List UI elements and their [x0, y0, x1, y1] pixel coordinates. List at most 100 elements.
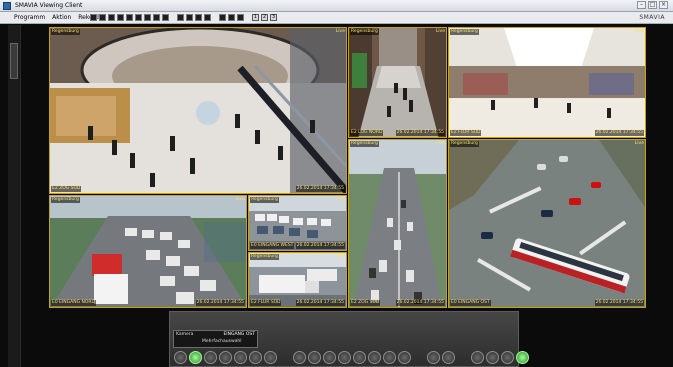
- layout-custom-b-button[interactable]: [162, 14, 169, 21]
- button-group-spacer: [413, 351, 425, 364]
- maximize-button[interactable]: □: [648, 1, 657, 9]
- camera-view-truck-lot[interactable]: Regensburg Live E2 FLUR SÜD 26.02.2014 1…: [248, 252, 347, 308]
- layout-2plus8-button[interactable]: [144, 14, 151, 21]
- focus-near-button[interactable]: [383, 351, 396, 364]
- camera-location-label: Regensburg: [250, 254, 279, 260]
- layout-1plus5-button[interactable]: [126, 14, 133, 21]
- active-mode-button[interactable]: [516, 351, 529, 364]
- camera-live-label: Live: [435, 29, 445, 34]
- camera-view-mall-corridor[interactable]: Regensburg Live E2 LOG NORD 26.02.2014 1…: [348, 27, 447, 138]
- window-title: SMAVIA Viewing Client: [15, 2, 83, 9]
- page-2-button[interactable]: 2: [261, 14, 268, 21]
- close-button[interactable]: ×: [659, 1, 668, 9]
- focus-far-button[interactable]: [398, 351, 411, 364]
- export-button[interactable]: [471, 351, 484, 364]
- layout-custom-f-button[interactable]: [204, 14, 211, 21]
- preset-2-button[interactable]: [442, 351, 455, 364]
- camera-live-label: Live: [634, 29, 644, 34]
- layout-1x1-button[interactable]: [90, 14, 97, 21]
- camera-name-label: E2 FLUR SÜD: [250, 300, 282, 306]
- layout-3x3-button[interactable]: [108, 14, 115, 21]
- menu-aktion[interactable]: Aktion: [52, 14, 71, 21]
- camera-name-label: E0 EINGANG NORD: [51, 300, 97, 306]
- play-button[interactable]: [249, 351, 262, 364]
- camera-name-label: E2 ZOG SÜD: [51, 186, 82, 192]
- layout-custom-c-button[interactable]: [177, 14, 184, 21]
- camera-live-label: Live: [335, 254, 345, 259]
- intersection-image: [449, 140, 645, 307]
- skip-forward-button[interactable]: [234, 351, 247, 364]
- camera-info-panel: Kamera EINGANG OST Mehrfachauswahl: [173, 330, 258, 348]
- camera-location-label: Regensburg: [250, 197, 279, 203]
- record-button[interactable]: [189, 351, 202, 364]
- camera-timestamp: 26.02.2014 17:34:55: [295, 300, 345, 306]
- layout-custom-i-button[interactable]: [237, 14, 244, 21]
- layout-custom-e-button[interactable]: [195, 14, 202, 21]
- layout-1plus7-button[interactable]: [135, 14, 142, 21]
- camera-info-value: EINGANG OST: [223, 332, 255, 337]
- camera-live-label: Live: [235, 197, 245, 202]
- window-title-bar: SMAVIA Viewing Client – □ ×: [0, 0, 673, 12]
- button-group-spacer: [279, 351, 291, 364]
- preset-1-button[interactable]: [427, 351, 440, 364]
- skip-backward-button[interactable]: [219, 351, 232, 364]
- page-1-button[interactable]: 1: [252, 14, 259, 21]
- brand-logo: SMAVIA: [639, 14, 665, 21]
- side-tab-kameras[interactable]: [10, 43, 18, 79]
- layout-custom-d-button[interactable]: [186, 14, 193, 21]
- layout-custom-a-button[interactable]: [153, 14, 160, 21]
- camera-location-label: Regensburg: [51, 197, 80, 203]
- ptz-left-button[interactable]: [323, 351, 336, 364]
- layout-custom-g-button[interactable]: [219, 14, 226, 21]
- highway-tall-image: [349, 140, 446, 307]
- control-console: Kamera EINGANG OST Mehrfachauswahl: [169, 311, 529, 367]
- ptz-up-button[interactable]: [293, 351, 306, 364]
- camera-location-label: Regensburg: [450, 29, 479, 35]
- ptz-down-button[interactable]: [308, 351, 321, 364]
- camera-info-label: Kamera: [176, 332, 194, 337]
- mall-corridor-image: [349, 28, 446, 137]
- camera-location-label: Regensburg: [51, 29, 80, 35]
- ptz-right-button[interactable]: [338, 351, 351, 364]
- page-3-button[interactable]: 3: [270, 14, 277, 21]
- selection-mode-label: Mehrfachauswahl: [202, 339, 242, 344]
- camera-live-label: Live: [335, 197, 345, 202]
- menu-programm[interactable]: Programm: [14, 14, 45, 21]
- button-group-spacer: [457, 351, 469, 364]
- mall-gallery-image: [449, 28, 645, 137]
- console-button-row: [174, 351, 529, 364]
- next-button[interactable]: [204, 351, 217, 364]
- layout-custom-h-button[interactable]: [228, 14, 235, 21]
- pause-button[interactable]: [264, 351, 277, 364]
- app-icon: [3, 2, 11, 10]
- camera-view-intersection[interactable]: Regensburg Live E0 EINGANG OST 26.02.201…: [448, 139, 646, 308]
- layout-2x2-button[interactable]: [99, 14, 106, 21]
- snapshot-button[interactable]: [486, 351, 499, 364]
- camera-view-highway-traffic[interactable]: Regensburg Live E0 EINGANG NORD 26.02.20…: [49, 195, 247, 308]
- camera-view-highway-tall[interactable]: Regensburg Live E2 ZOG SÜD 26.02.2014 17…: [348, 139, 447, 308]
- camera-name-label: E2 LOG NORD: [350, 130, 384, 136]
- mall-atrium-image: [50, 28, 346, 193]
- zoom-in-button[interactable]: [353, 351, 366, 364]
- camera-view-parking-lot[interactable]: Regensburg Live E0 EINGANG WEST 26.02.20…: [248, 195, 347, 251]
- camera-view-mall-gallery[interactable]: Regensburg Live E2 FLUR SÜD 26.02.2014 1…: [448, 27, 646, 138]
- minimize-button[interactable]: –: [637, 1, 646, 9]
- fullscreen-button[interactable]: [501, 351, 514, 364]
- camera-name-label: E2 FLUR SÜD: [450, 130, 482, 136]
- camera-name-label: E0 EINGANG WEST: [250, 243, 295, 249]
- toolbar-separator: [171, 14, 175, 21]
- video-wall: Regensburg Live E2 ZOG SÜD 26.02.2014 17…: [49, 27, 646, 308]
- camera-timestamp: 26.02.2014 17:34:55: [395, 300, 445, 306]
- previous-button[interactable]: [174, 351, 187, 364]
- layout-toolbar: 1 2 3: [90, 14, 277, 21]
- camera-timestamp: 26.02.2014 17:34:55: [395, 130, 445, 136]
- toolbar-separator: [246, 14, 250, 21]
- toolbar-separator: [213, 14, 217, 21]
- zoom-out-button[interactable]: [368, 351, 381, 364]
- camera-live-label: Live: [634, 141, 644, 146]
- camera-view-mall-atrium[interactable]: Regensburg Live E2 ZOG SÜD 26.02.2014 17…: [49, 27, 347, 194]
- camera-timestamp: 26.02.2014 17:34:55: [594, 130, 644, 136]
- camera-timestamp: 26.02.2014 17:34:55: [594, 300, 644, 306]
- camera-timestamp: 26.02.2014 17:34:55: [195, 300, 245, 306]
- layout-4x4-button[interactable]: [117, 14, 124, 21]
